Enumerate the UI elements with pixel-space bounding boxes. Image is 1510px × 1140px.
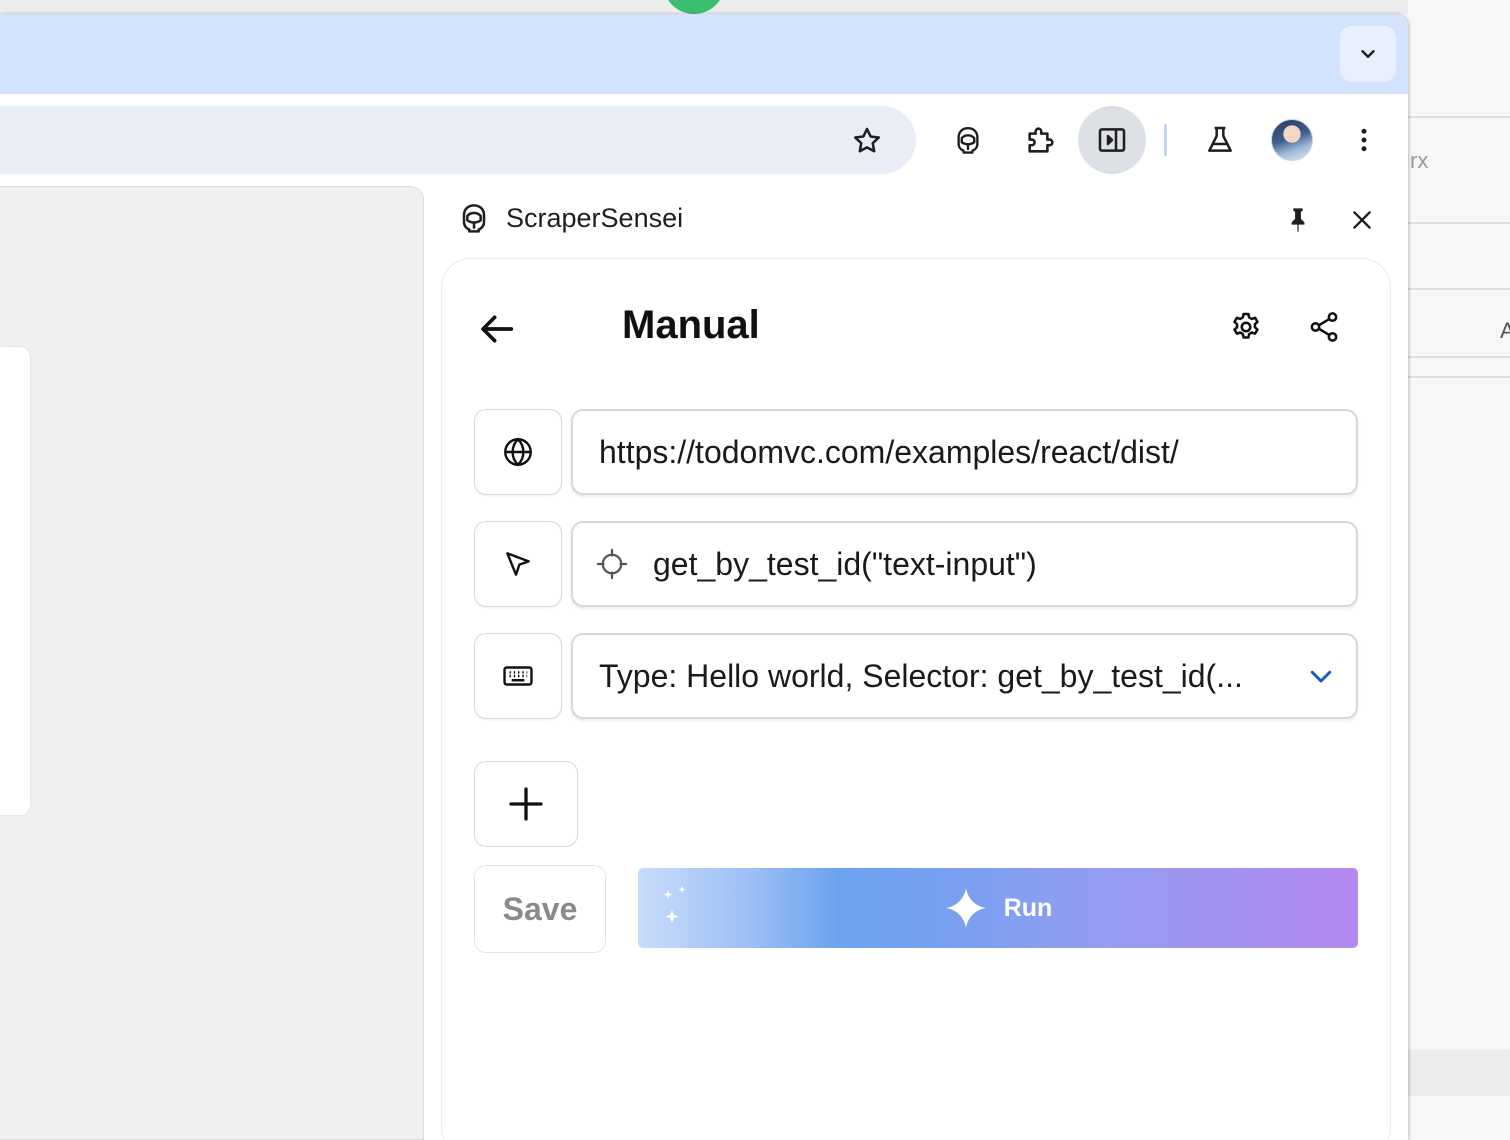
pin-icon [1291,208,1305,232]
selector-value: get_by_test_id("text-input") [653,545,1037,582]
browser-window: ScraperSensei Manual https://todomvc.com… [0,14,1408,1140]
scrapersensei-icon [957,126,979,154]
side-panel-header: ScraperSensei [440,186,1408,256]
extension-name: ScraperSensei [506,203,684,233]
tab-strip [0,14,1408,94]
chrome-labs-button[interactable] [1186,106,1254,174]
url-step-icon-box[interactable] [474,409,562,495]
side-panel-icon [1098,128,1126,152]
background-divider [1408,376,1510,378]
background-text: A [1500,318,1510,343]
scrapersensei-logo-icon [462,204,486,233]
side-panel-button[interactable] [1078,106,1146,174]
web-page-area[interactable] [0,186,424,1140]
add-step-button[interactable] [474,761,578,847]
page-title: Manual [622,303,760,347]
background-divider [1408,116,1510,118]
share-button[interactable] [1302,305,1346,349]
background-right-window: rx A [1408,0,1510,1140]
url-value: https://todomvc.com/examples/react/dist/ [599,433,1179,470]
background-top-strip [0,0,1510,14]
address-bar[interactable] [0,106,916,174]
background-divider [1408,356,1510,358]
browser-menu-button[interactable] [1330,106,1398,174]
background-divider [1408,222,1510,224]
more-vert-icon [1361,128,1367,152]
back-button[interactable] [474,305,522,353]
save-button[interactable]: Save [474,865,606,953]
chevron-down-icon [1361,50,1375,58]
toolbar-divider [1164,124,1167,156]
puzzle-icon [1028,127,1054,153]
globe-icon [504,437,532,467]
keyboard-icon [503,666,533,686]
arrow-left-icon [481,315,514,343]
avatar [1271,119,1313,161]
close-side-panel-button[interactable] [1342,200,1382,240]
run-button[interactable]: Run [638,868,1358,948]
flask-icon [1208,126,1232,152]
background-text: rx [1410,148,1429,173]
settings-button[interactable] [1224,305,1268,349]
run-label: Run [1003,893,1053,922]
close-icon [1353,211,1371,229]
extensions-button[interactable] [1007,106,1075,174]
selector-step-icon-box[interactable] [474,521,562,607]
share-icon [1310,312,1338,342]
browser-toolbar [0,94,1408,186]
star-icon [854,127,880,153]
action-summary: Type: Hello world, Selector: get_by_test… [599,657,1243,694]
selector-input[interactable]: get_by_test_id("text-input") [571,521,1358,607]
pin-button[interactable] [1278,200,1318,240]
tab-search-button[interactable] [1340,26,1396,82]
web-page-card [0,347,30,815]
sparkles-icon [663,886,686,923]
action-step-icon-box[interactable] [474,633,562,719]
action-select[interactable]: Type: Hello world, Selector: get_by_test… [571,633,1358,719]
background-bottom-bar [1408,1050,1510,1096]
crosshair-icon[interactable] [595,547,629,581]
cursor-pointer-icon [506,552,530,576]
side-panel-content: Manual https://todomvc.com/examples/reac… [441,258,1391,1140]
sparkle-star-icon [945,887,986,929]
background-divider [1408,288,1510,290]
scrapersensei-extension-button[interactable] [934,106,1002,174]
plus-icon [509,787,543,821]
bookmark-button[interactable] [842,116,892,166]
profile-button[interactable] [1258,106,1326,174]
chevron-down-icon[interactable] [1306,661,1336,691]
gear-icon [1233,312,1259,339]
url-input[interactable]: https://todomvc.com/examples/react/dist/ [571,409,1358,495]
